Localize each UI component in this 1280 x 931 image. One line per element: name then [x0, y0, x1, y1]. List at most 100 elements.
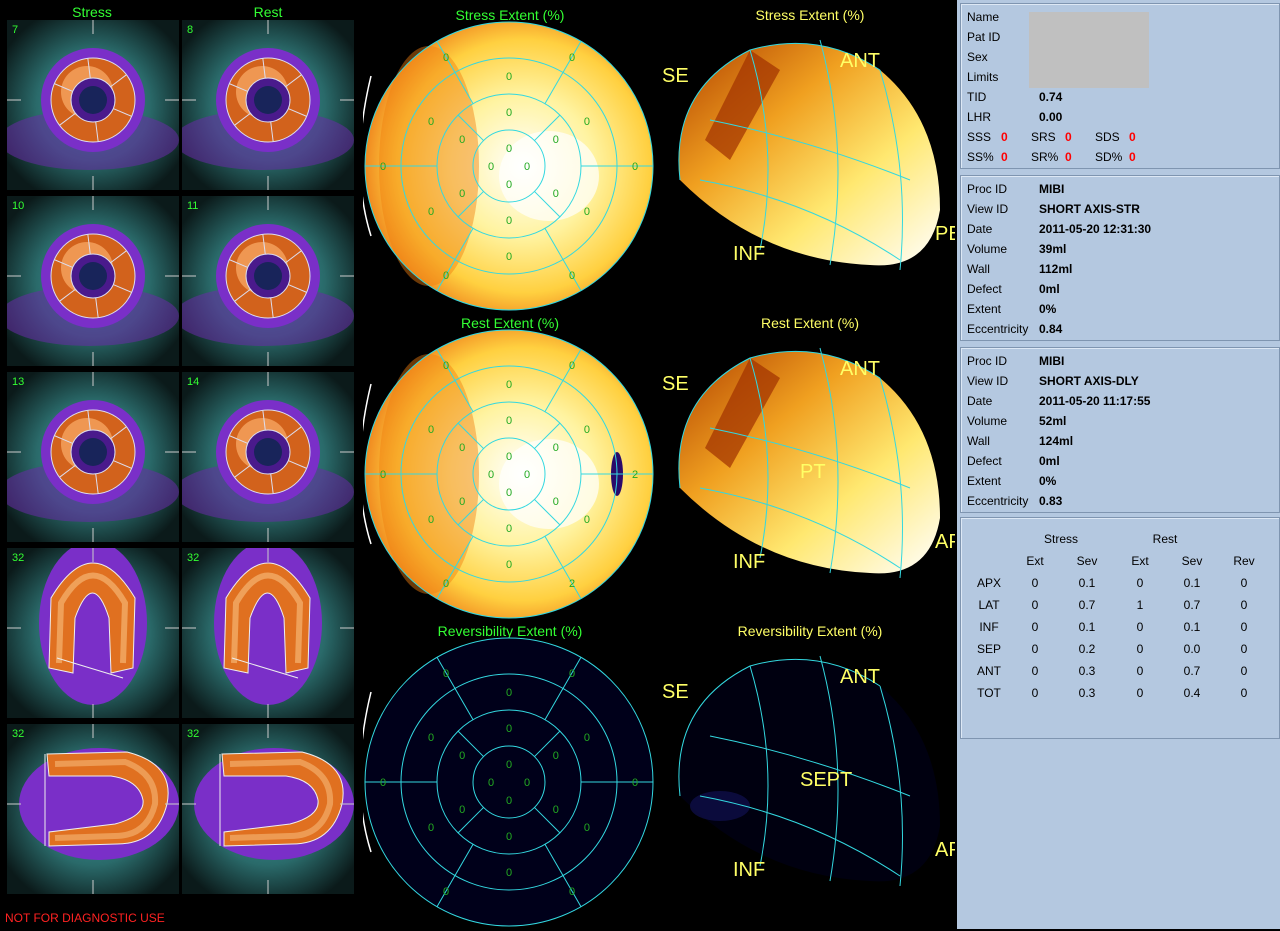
segment-value: 0	[1136, 664, 1144, 678]
sr-percent-value: 0	[1065, 150, 1072, 164]
ecc-value: 0.83	[1039, 494, 1063, 508]
name-label: Name	[967, 10, 1000, 24]
stress-slice-tile[interactable]: 13	[7, 372, 179, 542]
srs-value: 0	[1065, 130, 1072, 144]
polar-segment-value: 0	[506, 107, 512, 119]
polar-segment-value: 2	[632, 469, 638, 481]
polar-segment-value: 0	[506, 831, 512, 843]
orientation-label-top: ANT	[840, 50, 880, 72]
view-label: View ID	[967, 374, 1009, 388]
stress-polar-map[interactable]: 0000000000000000000000	[363, 20, 658, 315]
stress-slice-tile[interactable]: 10	[7, 196, 179, 366]
segment-row: LAT 0 0.7 1 0.7 0	[969, 594, 1271, 616]
polar-segment-value: 0	[506, 379, 512, 391]
polar-segment-value: 0	[459, 134, 465, 146]
reversibility-surface-view[interactable]: ANT INF SE AP SEPT	[660, 646, 955, 906]
date-value: 2011-05-20 12:31:30	[1039, 222, 1152, 236]
image-viewer[interactable]: Stress Rest 7 8 10 11 13 14 32 32 32 32 Stress Ex…	[0, 0, 957, 929]
segment-value: 1	[1136, 598, 1144, 612]
rest-slice-tile[interactable]: 32	[182, 548, 354, 718]
segment-value: 0	[1136, 620, 1144, 634]
polar-segment-value: 0	[443, 52, 449, 64]
segment-value: 0.3	[1078, 686, 1096, 700]
rest-slice-tile[interactable]: 14	[182, 372, 354, 542]
polar-segment-value: 0	[380, 161, 386, 173]
stress-slice-tile[interactable]: 7	[7, 20, 179, 190]
defect-value: 0ml	[1039, 454, 1060, 468]
sss-value: 0	[1001, 130, 1008, 144]
polar-segment-value: 0	[443, 886, 449, 898]
rest-study-box: Proc ID MIBI View ID SHORT AXIS-DLY Date 2011…	[960, 347, 1280, 513]
segment-value: 0	[1031, 664, 1039, 678]
polar-segment-value: 0	[506, 215, 512, 227]
orientation-label-bottom: INF	[733, 859, 765, 881]
polar-segment-value: 0	[506, 179, 512, 191]
sss-label: SSS	[967, 130, 992, 144]
polar-segment-value: 0	[584, 424, 590, 436]
volume-label: Volume	[967, 414, 1008, 428]
segment-name: SEP	[976, 642, 1001, 656]
segment-value: 0	[1031, 598, 1039, 612]
rest-polar-map[interactable]: 0000000000000000022000	[363, 328, 658, 623]
slice-number: 32	[12, 552, 25, 564]
segment-value: 0	[1136, 686, 1144, 700]
stress-surface-view[interactable]: ANT INF SE PE	[660, 30, 955, 290]
slice-number: 32	[187, 728, 200, 740]
reversibility-polar-map[interactable]: 0000000000000000000000	[363, 636, 658, 931]
polar-segment-value: 0	[569, 360, 575, 372]
lhr-label: LHR	[967, 110, 992, 124]
segment-column-header: Sev	[1076, 554, 1098, 568]
segment-table: Stress Rest Ext Sev Ext Sev Rev APX 0 0.1 0 0.1 0 L…	[969, 528, 1271, 704]
ecc-label: Eccentricity	[967, 322, 1029, 336]
orientation-label-left: SE	[662, 681, 689, 703]
polar-segment-value: 0	[506, 687, 512, 699]
defect-value: 0ml	[1039, 282, 1060, 296]
segment-value: 0	[1031, 576, 1039, 590]
polar-segment-value: 0	[506, 487, 512, 499]
slice-number: 11	[187, 200, 199, 212]
rest-surface-view[interactable]: ANT INF SE AP PT	[660, 338, 955, 598]
polar-segment-value: 0	[506, 143, 512, 155]
polar-segment-value: 0	[459, 442, 465, 454]
date-value: 2011-05-20 11:17:55	[1039, 394, 1151, 408]
segment-column-header: Rev	[1233, 554, 1255, 568]
rest-slice-tile[interactable]: 8	[182, 20, 354, 190]
segment-column-header	[969, 550, 1009, 572]
polar-segment-value: 0	[632, 161, 638, 173]
polar-segment-value: 0	[380, 777, 386, 789]
segment-column-header: Sev	[1181, 554, 1203, 568]
polar-segment-value: 0	[428, 206, 434, 218]
stress-slice-tile[interactable]: 32	[7, 548, 179, 718]
polar-segment-value: 0	[553, 188, 559, 200]
extent-label: Extent	[967, 302, 1002, 316]
wall-label: Wall	[967, 262, 990, 276]
redacted-patient-info	[1029, 12, 1149, 88]
proc-value: MIBI	[1039, 354, 1065, 368]
rest-slice-tile[interactable]: 32	[182, 724, 354, 894]
polar-segment-value: 0	[443, 360, 449, 372]
polar-segment-value: 0	[459, 496, 465, 508]
segment-value: 0.7	[1183, 598, 1201, 612]
extent-value: 0%	[1039, 302, 1057, 316]
rest-slice-tile[interactable]: 11	[182, 196, 354, 366]
orientation-label-center: SEPT	[800, 769, 852, 791]
sex-label: Sex	[967, 50, 988, 64]
polar-segment-value: 0	[584, 206, 590, 218]
tid-label: TID	[967, 90, 987, 104]
srs-label: SRS	[1031, 130, 1056, 144]
polar-segment-value: 0	[553, 496, 559, 508]
volume-value: 39ml	[1039, 242, 1067, 256]
segment-value: 0.1	[1183, 576, 1201, 590]
polar-segment-value: 0	[506, 451, 512, 463]
polar-segment-value: 0	[506, 795, 512, 807]
wall-label: Wall	[967, 434, 990, 448]
date-label: Date	[967, 394, 993, 408]
stress-slice-tile[interactable]: 32	[7, 724, 179, 894]
view-value: SHORT AXIS-DLY	[1039, 374, 1139, 388]
segment-row: SEP 0 0.2 0 0.0 0	[969, 638, 1271, 660]
polar-segment-value: 0	[506, 867, 512, 879]
limits-label: Limits	[967, 70, 999, 84]
segment-column-header: Ext	[1131, 554, 1149, 568]
polar-segment-value: 0	[488, 161, 494, 173]
defect-label: Defect	[967, 282, 1002, 296]
